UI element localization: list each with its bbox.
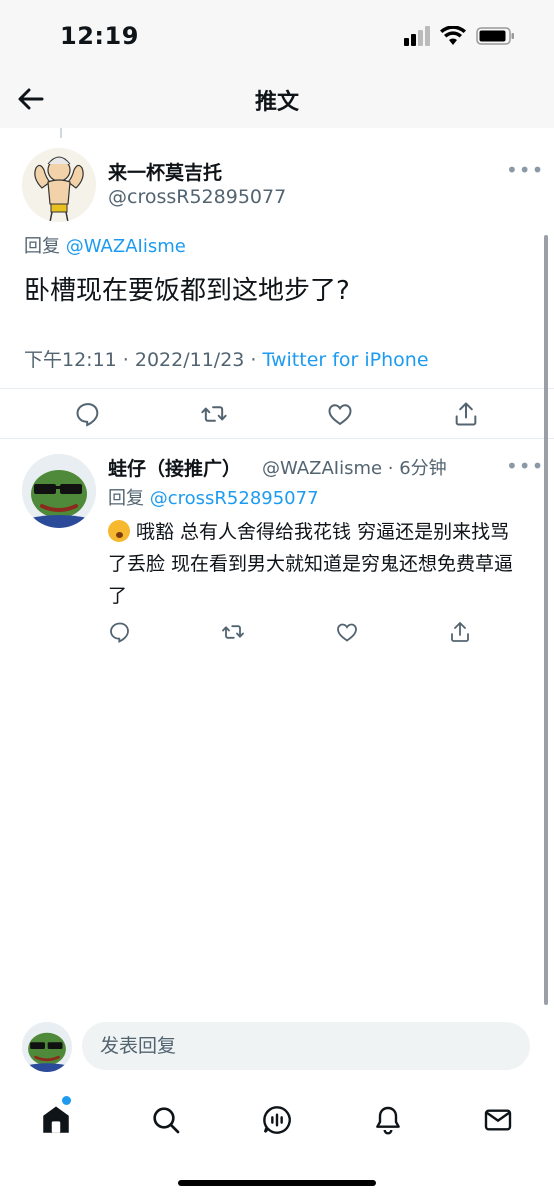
retweet-icon — [222, 625, 245, 639]
reply-text-content: 哦豁 总有人舍得给我花钱 穷逼还是别来找骂了丢脸 现在看到男大就知道是穷鬼还想免… — [108, 521, 514, 607]
reply-icon — [110, 622, 129, 643]
author-name[interactable]: 来一杯莫吉托 — [108, 158, 222, 185]
tab-home[interactable] — [36, 1096, 76, 1140]
pepe-avatar-icon — [22, 454, 96, 528]
search-icon — [153, 1107, 180, 1134]
compose-bar: 发表回复 — [0, 1010, 554, 1090]
tab-search[interactable] — [146, 1100, 186, 1140]
spaces-icon — [263, 1106, 291, 1134]
share-button[interactable] — [418, 390, 514, 438]
reply-prefix: 回复 — [108, 488, 144, 509]
like-icon — [328, 404, 352, 426]
author-handle[interactable]: @crossR52895077 — [108, 186, 286, 208]
reply-icon — [76, 403, 99, 427]
compose-avatar — [22, 1022, 72, 1072]
yawn-emoji-icon — [108, 520, 130, 542]
thread-line — [60, 128, 62, 138]
reply-author-name[interactable]: 蛙仔（接推广） — [108, 454, 241, 481]
tweet-source[interactable]: Twitter for iPhone — [263, 349, 429, 371]
signal-icon — [404, 26, 430, 46]
reply-button[interactable] — [40, 390, 136, 438]
pepe-avatar-icon — [22, 1022, 72, 1072]
tweet-actions — [40, 390, 514, 438]
tab-messages[interactable] — [478, 1100, 518, 1140]
reply-to-line: 回复 @WAZAIisme — [24, 232, 186, 258]
reply-share-button[interactable] — [448, 614, 472, 650]
home-notification-dot — [62, 1096, 71, 1105]
reply-text: 哦豁 总有人舍得给我花钱 穷逼还是别来找骂了丢脸 现在看到男大就知道是穷鬼还想免… — [108, 516, 528, 612]
reply-reply-to-line: 回复 @crossR52895077 — [108, 484, 319, 510]
divider — [0, 388, 554, 389]
notifications-icon — [376, 1106, 400, 1135]
reply-author-handle[interactable]: @WAZAIisme · 6分钟 — [262, 454, 447, 480]
muscle-man-avatar-icon — [22, 148, 96, 222]
home-indicator[interactable] — [178, 1180, 376, 1186]
divider — [0, 438, 554, 439]
page-title: 推文 — [254, 90, 299, 115]
home-icon — [43, 1106, 69, 1133]
share-icon — [455, 402, 477, 426]
reply-more-options-icon[interactable]: ••• — [506, 454, 544, 478]
retweet-button[interactable] — [166, 390, 262, 438]
share-icon — [451, 622, 469, 642]
like-icon — [336, 623, 357, 642]
battery-icon — [476, 27, 514, 45]
reply-to-mention[interactable]: @crossR52895077 — [150, 488, 319, 509]
tab-notifications[interactable] — [368, 1100, 408, 1140]
reply-input[interactable]: 发表回复 — [82, 1022, 530, 1070]
status-icons — [402, 26, 516, 46]
tab-spaces[interactable] — [257, 1100, 297, 1140]
like-button[interactable] — [292, 390, 388, 438]
status-time: 12:19 — [60, 22, 139, 50]
reply-actions — [108, 614, 472, 650]
reply-reply-button[interactable] — [108, 614, 132, 650]
reply-like-button[interactable] — [335, 614, 359, 650]
reply-to-mention[interactable]: @WAZAIisme — [66, 236, 186, 257]
avatar[interactable] — [22, 148, 96, 222]
nav-bar: 推文 — [0, 70, 554, 128]
scrollbar[interactable] — [544, 235, 548, 1005]
retweet-icon — [201, 406, 227, 422]
status-bar: 12:19 — [0, 0, 554, 70]
reply-prefix: 回复 — [24, 236, 60, 257]
more-options-icon[interactable]: ••• — [506, 158, 544, 182]
tweet-meta: 下午12:11 · 2022/11/23 · Twitter for iPhon… — [24, 345, 429, 372]
wifi-icon — [440, 26, 466, 45]
reply-avatar[interactable] — [22, 454, 96, 528]
messages-icon — [484, 1109, 512, 1131]
tweet-text: 卧槽现在要饭都到这地步了? — [24, 276, 350, 306]
reply-retweet-button[interactable] — [221, 614, 245, 650]
tweet-timestamp: 下午12:11 · 2022/11/23 · — [24, 349, 263, 371]
